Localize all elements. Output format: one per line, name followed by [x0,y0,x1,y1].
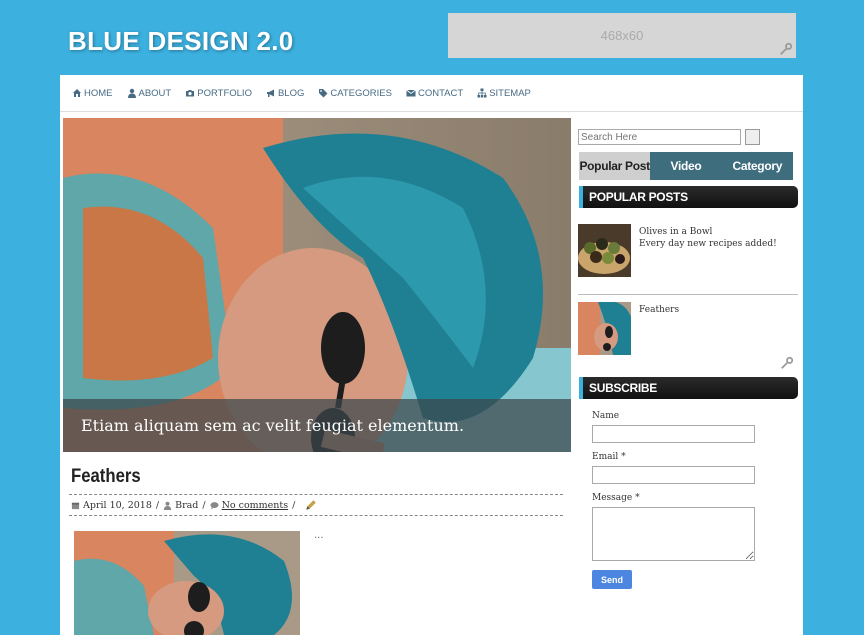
olives-image [578,224,631,277]
name-label: Name [592,411,620,421]
message-label: Message * [592,493,640,503]
popular-post-thumbnail[interactable] [578,302,631,355]
slider-caption: Etiam aliquam sem ac velit feugiat eleme… [63,399,571,452]
nav-item-sitemap[interactable]: SITEMAP [477,88,531,99]
post-author[interactable]: Brad [175,500,198,511]
send-button[interactable]: Send [592,570,632,589]
sitemap-icon [477,88,487,98]
sidebar: Popular Post Video Category POPULAR POST… [577,112,803,635]
tab-video[interactable]: Video [650,152,722,180]
popular-post-text: Olives in a Bowl Every day new recipes a… [639,226,777,250]
nav-label: ABOUT [138,87,172,99]
popular-post-title[interactable]: Olives in a Bowl [639,226,777,238]
popular-post-subtitle: Every day new recipes added! [639,239,777,249]
search-button[interactable] [745,129,760,145]
user-icon [127,88,136,98]
main-navbar: HOME ABOUT PORTFOLIO BLOG CATEGORIES CON… [60,75,803,112]
nav-item-about[interactable]: ABOUT [127,87,172,99]
post-date: April 10, 2018 [83,499,152,511]
nav-item-contact[interactable]: CONTACT [406,88,463,99]
post-thumbnail-image [74,531,300,635]
wrench-icon[interactable] [779,42,793,56]
message-field[interactable] [592,507,755,561]
subscribe-title: SUBSCRIBE [579,377,798,399]
nav-label: HOME [84,87,113,99]
envelope-icon [406,89,416,97]
post-meta: April 10, 2018 / Brad / No comments / [69,494,563,516]
popular-posts-title: POPULAR POSTS [579,186,798,208]
bullhorn-icon [266,89,274,97]
meta-separator: / [202,499,206,511]
post-comments-link[interactable]: No comments [222,500,289,511]
camera-icon [186,90,195,97]
email-field[interactable] [592,466,755,484]
nav-label: CONTACT [417,87,464,99]
nav-label: CATEGORIES [330,87,392,99]
nav-item-home[interactable]: HOME [72,88,113,99]
feathers-thumb-image [578,302,631,355]
pencil-icon[interactable] [305,499,317,511]
post-title[interactable]: Feathers [71,466,141,488]
nav-item-categories[interactable]: CATEGORIES [318,88,392,99]
popular-post-title[interactable]: Feathers [639,304,679,316]
calendar-icon [71,502,80,509]
wrench-icon[interactable] [780,356,794,370]
post-thumbnail[interactable] [74,531,300,635]
post-excerpt: ... [314,530,324,541]
popular-post-text: Feathers [639,304,679,316]
nav-label: BLOG [277,87,305,99]
site-title[interactable]: BLUE DESIGN 2.0 [68,26,294,57]
ad-size-label: 468x60 [600,28,644,43]
tab-popular-post[interactable]: Popular Post [579,152,651,180]
comment-icon [210,501,219,510]
content-area: Etiam aliquam sem ac velit feugiat eleme… [60,112,803,635]
ad-banner[interactable]: 468x60 [448,13,796,58]
search-input[interactable] [578,129,741,145]
nav-label: SITEMAP [489,87,531,99]
meta-separator: / [155,499,160,511]
featured-slider[interactable]: Etiam aliquam sem ac velit feugiat eleme… [63,118,571,452]
sidebar-tabs: Popular Post Video Category [579,152,793,180]
meta-separator: / [292,499,296,511]
nav-item-portfolio[interactable]: PORTFOLIO [185,88,252,99]
popular-post-thumbnail[interactable] [578,224,631,277]
home-icon [73,89,81,97]
nav-label: PORTFOLIO [197,87,252,99]
email-label: Email * [592,452,626,462]
tags-icon [319,89,328,98]
tab-category[interactable]: Category [721,152,793,180]
user-icon [163,501,172,510]
nav-item-blog[interactable]: BLOG [266,88,304,99]
popular-posts-separator [578,294,798,295]
name-field[interactable] [592,425,755,443]
